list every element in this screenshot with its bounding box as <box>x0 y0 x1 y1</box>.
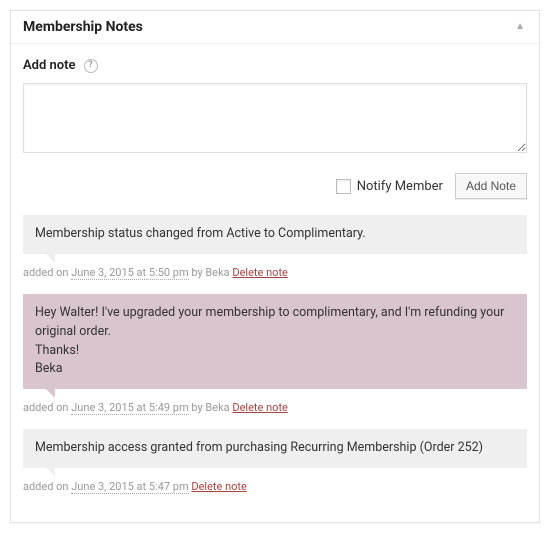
add-note-label-text: Add note <box>23 58 76 73</box>
delete-note-link[interactable]: Delete note <box>191 480 247 493</box>
notes-list: Membership status changed from Active to… <box>23 215 527 494</box>
note-date: June 3, 2015 at 5:49 pm <box>71 401 188 415</box>
notify-member-checkbox[interactable] <box>336 179 351 194</box>
meta-prefix: added on <box>23 480 71 493</box>
note-content: Membership status changed from Active to… <box>23 215 527 254</box>
panel-header: Membership Notes ▲ <box>11 11 539 44</box>
note-content: Membership access granted from purchasin… <box>23 429 527 468</box>
note-date: June 3, 2015 at 5:50 pm <box>71 266 188 280</box>
note-item: Membership access granted from purchasin… <box>23 429 527 494</box>
delete-note-link[interactable]: Delete note <box>232 401 288 414</box>
note-meta: added on June 3, 2015 at 5:47 pm Delete … <box>23 480 527 494</box>
note-actions: Notify Member Add Note <box>23 173 527 199</box>
notify-member-label: Notify Member <box>357 179 443 194</box>
note-item: Membership status changed from Active to… <box>23 215 527 280</box>
membership-notes-panel: Membership Notes ▲ Add note ? Notify Mem… <box>10 10 540 523</box>
note-item: Hey Walter! I've upgraded your membershi… <box>23 294 527 415</box>
note-meta: added on June 3, 2015 at 5:49 pm by Beka… <box>23 401 527 415</box>
note-meta: added on June 3, 2015 at 5:50 pm by Beka… <box>23 266 527 280</box>
add-note-button[interactable]: Add Note <box>455 173 527 199</box>
meta-prefix: added on <box>23 401 71 414</box>
panel-title: Membership Notes <box>23 19 143 35</box>
note-content: Hey Walter! I've upgraded your membershi… <box>23 294 527 389</box>
delete-note-link[interactable]: Delete note <box>232 266 288 279</box>
note-author: by Beka <box>189 266 233 279</box>
add-note-label: Add note ? <box>23 58 527 73</box>
note-author: by Beka <box>189 401 233 414</box>
panel-body: Add note ? Notify Member Add Note Member… <box>11 44 539 522</box>
note-textarea[interactable] <box>23 83 527 153</box>
notify-member-wrap[interactable]: Notify Member <box>336 179 443 194</box>
help-icon[interactable]: ? <box>84 59 98 73</box>
note-date: June 3, 2015 at 5:47 pm <box>71 480 188 494</box>
meta-prefix: added on <box>23 266 71 279</box>
collapse-toggle-icon[interactable]: ▲ <box>513 20 527 34</box>
